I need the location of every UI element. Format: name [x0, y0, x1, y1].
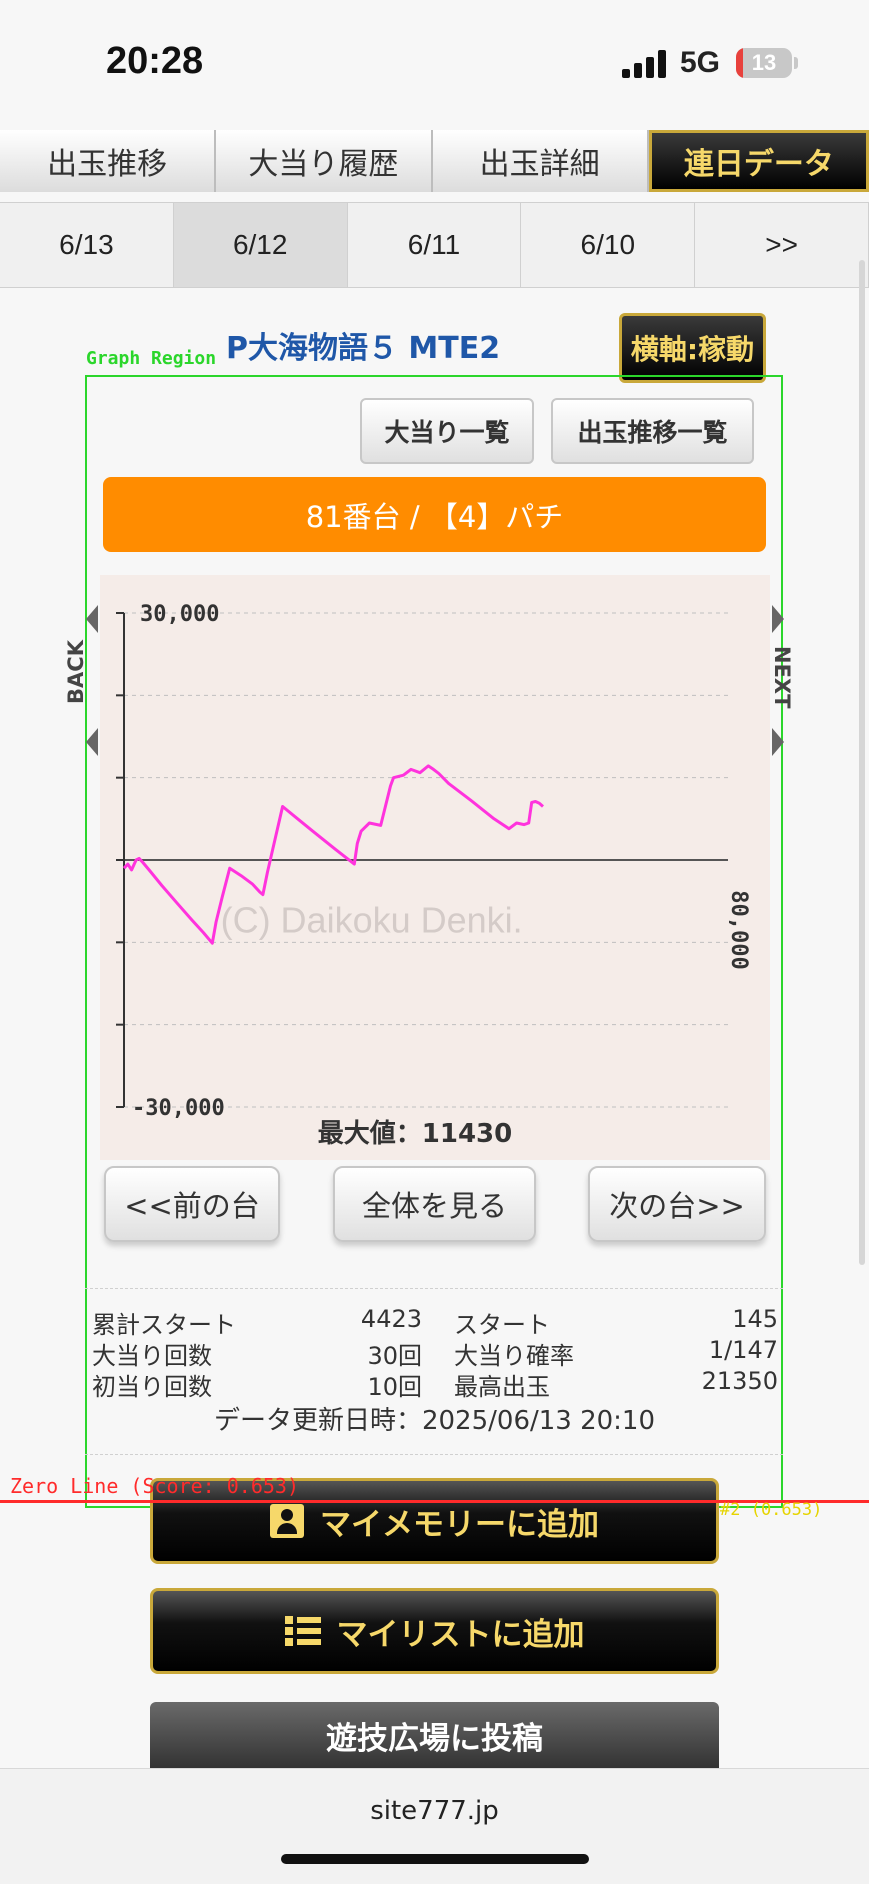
- date-tab-0611[interactable]: 6/11: [347, 203, 522, 287]
- cellular-signal-icon: [622, 50, 668, 78]
- payout-chart-svg: (C) Daikoku Denki. 30,000 -30,000 80,000 最大値…: [116, 602, 751, 1149]
- next-nav[interactable]: NEXT: [770, 646, 794, 708]
- stat-value: 4423: [360, 1305, 422, 1333]
- prev-machine-button[interactable]: <<前の台: [104, 1166, 280, 1242]
- stat-value: 145: [732, 1305, 778, 1333]
- add-to-list-button[interactable]: マイリストに追加: [150, 1588, 719, 1674]
- next-arrow-up-icon[interactable]: [772, 605, 784, 633]
- stat-value: 1/147: [708, 1336, 778, 1364]
- view-all-button[interactable]: 全体を見る: [333, 1166, 536, 1242]
- list-icon: [284, 1614, 321, 1648]
- date-tabs: 6/13 6/12 6/11 6/10 >>: [0, 202, 869, 288]
- stats-table: 累計スタート 4423 スタート 145 大当り回数 30回 大当り確率 1/1…: [92, 1305, 778, 1401]
- next-arrow-down-icon[interactable]: [772, 728, 784, 756]
- stat-value: 21350: [701, 1367, 778, 1395]
- stat-label: 最高出玉: [454, 1373, 550, 1401]
- machine-title: P大海物語５ MTE2: [226, 331, 501, 366]
- date-tab-more[interactable]: >>: [695, 203, 869, 287]
- axis-toggle-button[interactable]: 横軸:稼動: [619, 313, 766, 383]
- date-tab-0610[interactable]: 6/10: [521, 203, 696, 287]
- add-to-memory-label: マイメモリーに追加: [320, 1506, 599, 1543]
- stat-value: 30回: [367, 1342, 422, 1370]
- date-tab-0612[interactable]: 6/12: [173, 203, 348, 287]
- back-arrow-down-icon[interactable]: [86, 728, 98, 756]
- status-bar: 20:28 5G 13: [0, 0, 869, 130]
- page-scrollbar[interactable]: [859, 260, 865, 1265]
- battery-tip: [794, 57, 798, 69]
- payout-chart: (C) Daikoku Denki. 30,000 -30,000 80,000 最大値…: [100, 575, 770, 1160]
- chart-max-label: 最大値：11430: [318, 1119, 512, 1149]
- stat-row: 初当り回数 10回 最高出玉 21350: [92, 1367, 778, 1401]
- payout-list-button[interactable]: 出玉推移一覧: [551, 398, 754, 464]
- stat-label: 大当り回数: [92, 1342, 212, 1370]
- stat-row: 大当り回数 30回 大当り確率 1/147: [92, 1336, 778, 1370]
- chart-watermark: (C) Daikoku Denki.: [221, 899, 523, 940]
- stat-label: 大当り確率: [454, 1342, 574, 1370]
- top-tabs: 出玉推移 大当り履歴 出玉詳細 連日データ: [0, 130, 869, 196]
- data-updated-timestamp: データ更新日時：2025/06/13 20:10: [213, 1406, 656, 1436]
- next-machine-button[interactable]: 次の台>>: [588, 1166, 766, 1242]
- back-arrow-up-icon[interactable]: [86, 605, 98, 633]
- tab-payout-detail[interactable]: 出玉詳細: [432, 130, 649, 192]
- zero-line-label: Zero Line (Score: 0.653): [10, 1474, 299, 1498]
- y-min-label: -30,000: [132, 1096, 225, 1121]
- person-card-icon: [270, 1504, 304, 1538]
- browser-bar: [0, 1768, 869, 1884]
- battery-icon: 13: [736, 48, 792, 78]
- x-end-label: 80,000: [726, 890, 751, 969]
- divider: [85, 1288, 783, 1289]
- zero-line-note: #2 (0.653): [720, 1500, 823, 1520]
- divider: [85, 1454, 783, 1455]
- unit-header: 81番台 / 【4】パチ: [103, 477, 766, 552]
- back-nav[interactable]: BACK: [64, 640, 88, 704]
- battery-level: 13: [751, 50, 777, 75]
- clock: 20:28: [106, 40, 204, 82]
- stat-label: 初当り回数: [92, 1373, 212, 1401]
- network-type: 5G: [680, 46, 721, 79]
- graph-region-label: Graph Region: [86, 348, 217, 369]
- date-tab-0613[interactable]: 6/13: [0, 203, 174, 287]
- add-to-list-label: マイリストに追加: [336, 1616, 585, 1653]
- tab-jackpot-history[interactable]: 大当り履歴: [216, 130, 433, 192]
- home-indicator[interactable]: [281, 1854, 589, 1864]
- tab-payout-trend[interactable]: 出玉推移: [0, 130, 217, 192]
- stat-value: 10回: [367, 1373, 422, 1401]
- url-bar[interactable]: site777.jp: [0, 1796, 869, 1826]
- stat-label: スタート: [454, 1311, 550, 1339]
- tab-daily-data[interactable]: 連日データ: [648, 130, 869, 192]
- stat-row: 累計スタート 4423 スタート 145: [92, 1305, 778, 1339]
- stat-label: 累計スタート: [92, 1311, 236, 1339]
- post-to-plaza-button[interactable]: 遊技広場に投稿: [150, 1702, 719, 1768]
- jackpot-list-button[interactable]: 大当り一覧: [360, 398, 534, 464]
- y-max-label: 30,000: [140, 602, 219, 627]
